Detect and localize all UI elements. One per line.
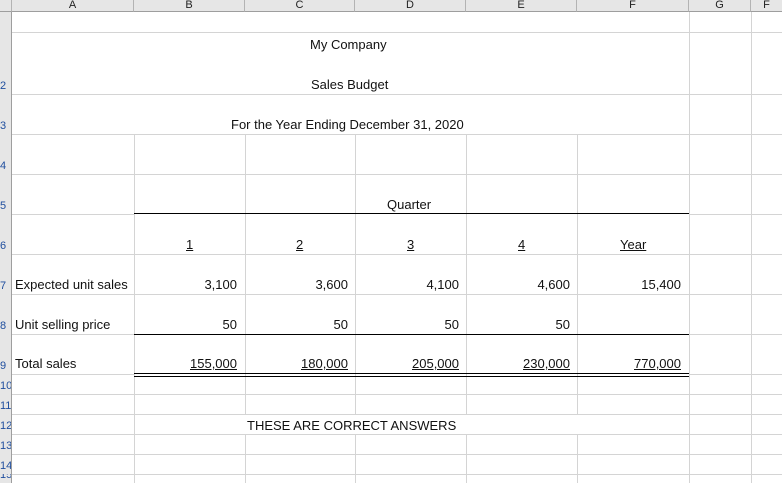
column-header-g[interactable]: G <box>689 0 751 12</box>
row-label-total-sales[interactable]: Total sales <box>15 356 76 371</box>
select-all-corner[interactable] <box>0 0 12 12</box>
gridline <box>355 434 356 483</box>
quarter-4-header[interactable]: 4 <box>518 237 525 252</box>
gridline <box>577 434 578 483</box>
gridline <box>12 334 134 335</box>
row-header-15[interactable]: 15 <box>0 474 12 483</box>
gridline <box>245 134 246 214</box>
total-sales-q3[interactable]: 205,000 <box>412 356 459 371</box>
report-title[interactable]: Sales Budget <box>311 77 388 92</box>
row-header-5[interactable]: 5 <box>0 174 12 214</box>
row-header-13[interactable]: 13 <box>0 434 12 454</box>
report-period[interactable]: For the Year Ending December 31, 2020 <box>231 117 464 132</box>
gridline <box>12 434 782 435</box>
border-under-quarter <box>134 213 689 214</box>
unit-price-q1[interactable]: 50 <box>223 317 237 332</box>
gridline <box>12 214 134 215</box>
quarter-1-header[interactable]: 1 <box>186 237 193 252</box>
row-header-10[interactable]: 10 <box>0 374 12 394</box>
gridline <box>751 12 752 483</box>
row-header-7[interactable]: 7 <box>0 254 12 294</box>
row-header-14[interactable]: 14 <box>0 454 12 474</box>
column-header-h[interactable]: F <box>751 0 782 12</box>
column-header-e[interactable]: E <box>466 0 577 12</box>
row-header-9[interactable]: 9 <box>0 334 12 374</box>
gridline <box>12 414 782 415</box>
gridline <box>12 394 782 395</box>
row-header-3[interactable]: 3 <box>0 94 12 134</box>
row-header-11[interactable]: 11 <box>0 394 12 414</box>
row-header-12[interactable]: 12 <box>0 414 12 434</box>
unit-price-q2[interactable]: 50 <box>334 317 348 332</box>
border-above-total <box>134 334 689 335</box>
unit-price-q3[interactable]: 50 <box>445 317 459 332</box>
gridline <box>12 134 782 135</box>
gridline <box>245 434 246 483</box>
gridline <box>12 32 782 33</box>
column-header-c[interactable]: C <box>245 0 355 12</box>
column-header-d[interactable]: D <box>355 0 466 12</box>
double-border-total-2 <box>134 376 689 377</box>
gridline <box>245 214 246 414</box>
gridline <box>689 374 782 375</box>
total-sales-year[interactable]: 770,000 <box>634 356 681 371</box>
gridline <box>12 454 782 455</box>
row-header-8[interactable]: 8 <box>0 294 12 334</box>
row-header-4[interactable]: 4 <box>0 134 12 174</box>
unit-sales-q4[interactable]: 4,600 <box>537 277 570 292</box>
unit-sales-q1[interactable]: 3,100 <box>204 277 237 292</box>
total-sales-q2[interactable]: 180,000 <box>301 356 348 371</box>
unit-sales-year[interactable]: 15,400 <box>641 277 681 292</box>
gridline <box>577 134 578 214</box>
gridline <box>134 134 135 483</box>
unit-sales-q2[interactable]: 3,600 <box>315 277 348 292</box>
row-header-2[interactable]: 2 <box>0 32 12 94</box>
row-header-6[interactable]: 6 <box>0 214 12 254</box>
gridline <box>689 334 782 335</box>
year-header[interactable]: Year <box>620 237 646 252</box>
gridline <box>12 294 782 295</box>
column-header-f[interactable]: F <box>577 0 689 12</box>
company-name[interactable]: My Company <box>310 37 387 52</box>
gridline <box>12 254 782 255</box>
gridline <box>466 214 467 414</box>
quarter-3-header[interactable]: 3 <box>407 237 414 252</box>
column-header-a[interactable]: A <box>12 0 134 12</box>
unit-sales-q3[interactable]: 4,100 <box>426 277 459 292</box>
quarter-header[interactable]: Quarter <box>387 197 431 212</box>
gridline <box>466 434 467 483</box>
gridline <box>12 94 782 95</box>
answer-note[interactable]: THESE ARE CORRECT ANSWERS <box>247 418 456 433</box>
row-label-unit-price[interactable]: Unit selling price <box>15 317 110 332</box>
double-border-total-1 <box>134 373 689 374</box>
unit-price-q4[interactable]: 50 <box>556 317 570 332</box>
quarter-2-header[interactable]: 2 <box>296 237 303 252</box>
row-header-1[interactable] <box>0 12 12 32</box>
gridline <box>466 134 467 214</box>
total-sales-q4[interactable]: 230,000 <box>523 356 570 371</box>
gridline <box>689 12 690 483</box>
gridline <box>12 374 134 375</box>
gridline <box>355 134 356 214</box>
gridline <box>689 214 782 215</box>
gridline <box>12 174 782 175</box>
gridline <box>355 214 356 414</box>
gridline <box>577 214 578 414</box>
gridline <box>12 474 782 475</box>
column-header-b[interactable]: B <box>134 0 245 12</box>
total-sales-q1[interactable]: 155,000 <box>190 356 237 371</box>
row-label-unit-sales[interactable]: Expected unit sales <box>15 277 128 292</box>
